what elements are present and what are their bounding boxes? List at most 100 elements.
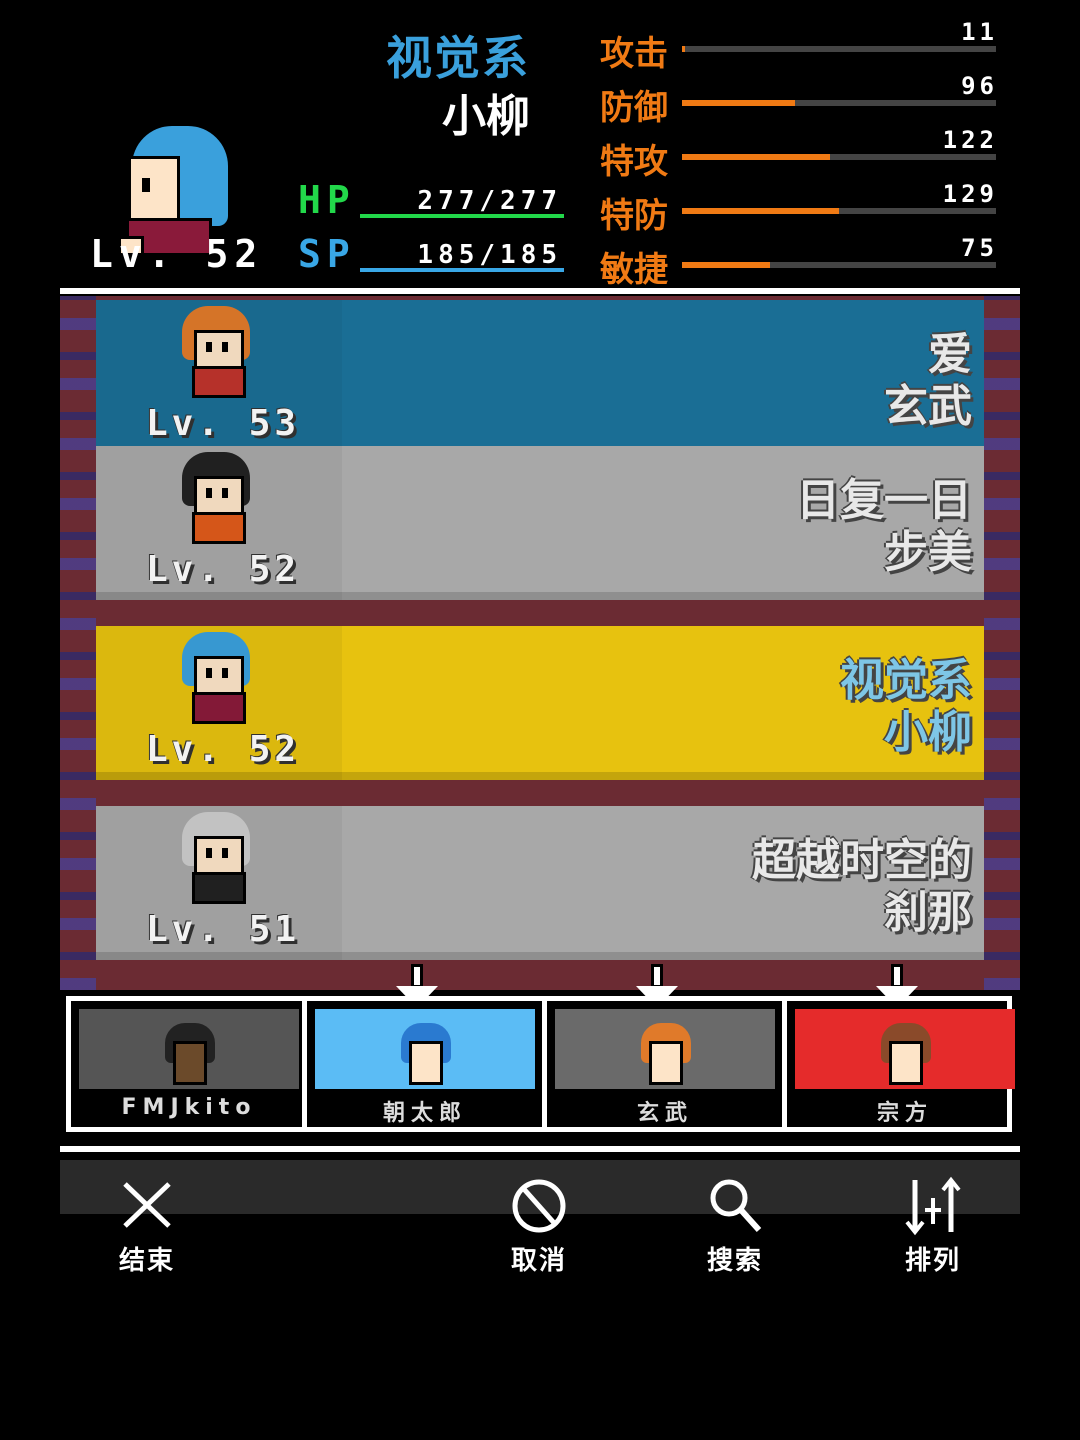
sort-label: 排列 [904,1246,961,1276]
sprite-eye [206,848,212,858]
sprite-face [194,836,244,876]
stat-bar [682,154,996,160]
hp-bar [360,214,564,218]
stat-bar [682,100,996,106]
stat-label: 特攻 [600,142,668,182]
row-portrait-area: Lv. 52 [96,446,342,600]
close-icon [123,1182,171,1228]
sprite-eye [222,848,228,858]
sprite-eye [222,668,228,678]
selected-name: 小柳 [442,91,530,142]
row-level: Lv. 52 [146,549,301,590]
character-list[interactable]: Lv. 53 爱 玄武 Lv. 52 日复一日 步美 Lv. 52 视觉系 小柳… [60,296,1020,990]
stat-sp-defense: 特防 129 [600,180,1000,238]
row-edge [96,772,984,780]
party-avatar [165,1023,215,1089]
sprite-eye [222,488,228,498]
party-name: 宗方 [876,1101,933,1126]
stat-label: 敏捷 [600,250,668,290]
end-button[interactable]: 结束 [92,1176,202,1276]
party-portrait [315,1009,535,1089]
sort-icon [905,1176,961,1236]
stat-bar [682,262,996,268]
row-name: 玄武 [884,381,972,432]
stat-value: 96 [961,72,998,100]
selected-title: 视觉系 [386,31,530,85]
list-border-right [984,296,1020,990]
party-portrait [795,1009,1015,1089]
party-name: 朝太郎 [382,1101,467,1126]
stat-bar [682,208,996,214]
sprite-face [194,656,244,696]
cancel-label: 取消 [510,1246,567,1276]
party-slot-2[interactable]: 朝太郎 [307,1001,543,1127]
divider [60,288,1020,294]
row-edge [96,592,984,600]
search-button[interactable]: 搜索 [680,1176,790,1276]
sp-value: 185/185 [417,240,562,270]
sprite-eye [206,668,212,678]
sprite-body [192,366,246,398]
stat-value: 11 [961,18,998,46]
sprite-body [192,512,246,544]
sp-bar [360,268,564,272]
row-name: 刹那 [884,887,972,938]
stat-value: 129 [942,180,998,208]
row-edge [96,952,984,960]
character-sprite [178,452,254,544]
character-sprite [178,632,254,724]
sprite-body [192,692,246,724]
party-portrait [555,1009,775,1089]
search-label: 搜索 [706,1246,763,1276]
row-portrait-area: Lv. 52 [96,626,342,780]
sprite-eye [206,488,212,498]
party-slot-3[interactable]: 玄武 [547,1001,783,1127]
selected-level: Lv. 52 [90,232,264,276]
party-slot-4[interactable]: 宗方 [787,1001,1023,1127]
sp-label: SP [298,232,356,276]
row-level: Lv. 51 [146,909,301,950]
sprite-eye [222,342,228,352]
end-label: 结束 [118,1246,175,1276]
party-avatar [401,1023,451,1089]
row-portrait-area: Lv. 51 [96,806,342,960]
sprite-face [194,476,244,516]
stat-label: 攻击 [600,34,668,74]
hp-value: 277/277 [417,186,562,216]
stat-defense: 防御 96 [600,72,1000,130]
roster-row[interactable]: Lv. 52 日复一日 步美 [96,446,984,600]
sprite-face [194,330,244,370]
stat-value: 75 [961,234,998,262]
list-border-left [60,296,96,990]
row-level: Lv. 53 [146,403,301,444]
stat-bar [682,46,996,52]
sprite-eye [206,342,212,352]
divider [60,1146,1020,1152]
stat-sp-attack: 特攻 122 [600,126,1000,184]
stat-agility: 敏捷 75 [600,234,1000,292]
party-slot-1[interactable]: FMJkito [71,1001,307,1127]
row-name: 小柳 [884,707,972,758]
character-sprite [178,812,254,904]
party-avatar [881,1023,931,1089]
sort-button[interactable]: 排列 [878,1176,988,1276]
row-level: Lv. 52 [146,729,301,770]
roster-row-selected[interactable]: Lv. 52 视觉系 小柳 [96,626,984,780]
party-name: FMJkito [121,1095,257,1120]
roster-row[interactable]: Lv. 53 爱 玄武 [96,300,984,454]
stat-value: 122 [942,126,998,154]
roster-row[interactable]: Lv. 51 超越时空的 刹那 [96,806,984,960]
stat-label: 防御 [600,88,668,128]
party-bar: FMJkito 朝太郎 玄武 宗方 [66,996,1015,1132]
row-name: 步美 [884,527,972,578]
sprite-body [192,872,246,904]
cancel-button[interactable]: 取消 [484,1176,594,1276]
row-portrait-area: Lv. 53 [96,300,342,454]
search-icon [710,1179,762,1233]
character-sprite [178,306,254,398]
party-name: 玄武 [636,1101,693,1126]
prohibit-icon [512,1179,566,1233]
stat-attack: 攻击 11 [600,18,1000,76]
stat-label: 特防 [600,196,668,236]
hp-label: HP [298,178,356,222]
